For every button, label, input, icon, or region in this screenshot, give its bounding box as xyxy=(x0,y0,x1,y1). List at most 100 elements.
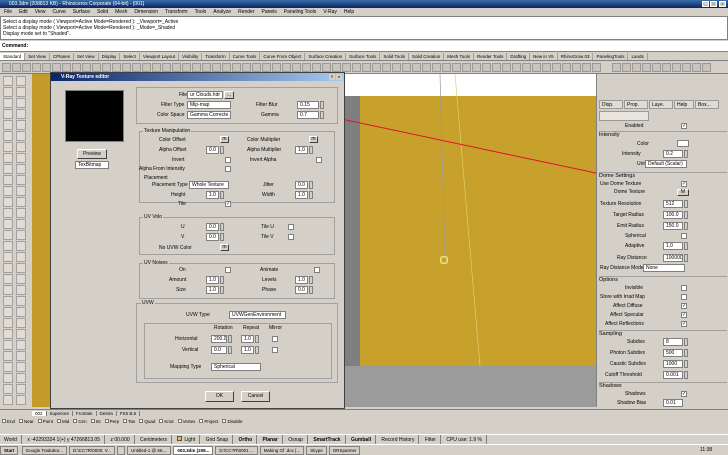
affect-specular-checkbox[interactable]: ✓ xyxy=(681,312,687,318)
color-swatch[interactable] xyxy=(677,140,689,147)
osnap-item[interactable]: Int xyxy=(90,419,101,424)
animate-checkbox[interactable] xyxy=(314,267,320,273)
alpha-multiplier-spinner[interactable] xyxy=(309,146,313,154)
preview-button[interactable]: Preview xyxy=(77,149,107,159)
ortho-toggle[interactable]: Ortho xyxy=(235,435,258,444)
taskbar-item[interactable]: D:\CC?R\0001 ... xyxy=(215,446,258,455)
taskbar-item[interactable]: Skype xyxy=(306,446,327,455)
v-spinner[interactable] xyxy=(220,233,224,241)
cutoff-threshold-spinner[interactable] xyxy=(684,371,688,379)
osnap-item[interactable]: Mid xyxy=(57,419,69,424)
emit-radius-spinner[interactable] xyxy=(684,222,688,230)
taskbar-item[interactable]: 003.3dm (208... xyxy=(173,446,214,455)
tab-layers[interactable]: Laye. xyxy=(649,100,673,109)
start-button[interactable]: Start xyxy=(0,446,19,455)
dome-settings-section[interactable]: Dome Settings xyxy=(599,172,727,179)
amount-field[interactable]: 1.0 xyxy=(206,276,219,284)
alpha-offset-field[interactable]: 0.0 xyxy=(206,146,219,154)
invisible-checkbox[interactable] xyxy=(681,285,687,291)
gamma-spinner[interactable] xyxy=(320,111,324,119)
osnap-checkbox-icon[interactable] xyxy=(2,419,6,423)
units-select[interactable]: Default (Scalar) xyxy=(645,160,687,168)
filter-blur-spinner[interactable] xyxy=(320,101,324,109)
horizontal-mirror-checkbox[interactable] xyxy=(272,336,278,342)
affect-reflections-checkbox[interactable]: ✓ xyxy=(681,321,687,327)
color-space-select[interactable]: Gamma Correcte xyxy=(187,111,231,119)
alpha-multiplier-field[interactable]: 1.0 xyxy=(295,146,308,154)
osnap-checkbox-icon[interactable] xyxy=(73,419,78,423)
size-spinner[interactable] xyxy=(220,286,224,294)
gamma-field[interactable]: 0.7 xyxy=(297,111,319,119)
use-dome-texture-checkbox[interactable]: ✓ xyxy=(681,181,687,187)
osnap-item[interactable]: Tan xyxy=(123,419,135,424)
viewport-tab[interactable]: FS5 B.6 xyxy=(116,411,141,416)
viewport-tab[interactable]: 002 xyxy=(32,411,47,416)
shadow-bias-field[interactable]: 0.01 xyxy=(663,399,683,407)
sampling-section[interactable]: Sampling xyxy=(599,330,727,337)
tile-u-checkbox[interactable] xyxy=(288,224,294,230)
ray-distance-mode-select[interactable]: None xyxy=(643,264,685,272)
alpha-from-intensity-checkbox[interactable] xyxy=(225,166,231,172)
tab-properties[interactable]: Prop. xyxy=(624,100,648,109)
taskbar-item[interactable]: Untitled-1 @ 66,... xyxy=(127,446,172,455)
subdivs-field[interactable]: 8 xyxy=(663,338,683,346)
texture-resolution-spinner[interactable] xyxy=(684,200,688,208)
viewport-tab[interactable]: Superiore xyxy=(46,411,74,416)
phase-spinner[interactable] xyxy=(309,286,313,294)
u-field[interactable]: 0.0 xyxy=(206,223,219,231)
osnap-checkbox-icon[interactable] xyxy=(57,419,62,423)
texture-resolution-field[interactable]: 512 xyxy=(663,200,683,208)
browse-button[interactable]: ... xyxy=(224,91,234,99)
enabled-checkbox[interactable]: ✓ xyxy=(681,123,687,129)
osnap-checkbox-icon[interactable] xyxy=(19,419,24,423)
phase-field[interactable]: 0.0 xyxy=(295,286,308,294)
shadows-checkbox[interactable]: ✓ xyxy=(681,391,687,397)
osnap-checkbox-icon[interactable] xyxy=(159,419,164,423)
options-section[interactable]: Options xyxy=(599,276,727,283)
target-radius-spinner[interactable] xyxy=(684,211,688,219)
shadows-section[interactable]: Shadows xyxy=(599,382,727,389)
taskbar-item[interactable] xyxy=(117,446,126,455)
record-history-toggle[interactable]: Record History xyxy=(377,435,420,444)
jitter-spinner[interactable] xyxy=(309,181,313,189)
affect-diffuse-checkbox[interactable]: ✓ xyxy=(681,303,687,309)
color-multiplier-map-button[interactable]: m xyxy=(309,136,318,143)
intensity-section[interactable]: Intensity xyxy=(599,131,727,138)
grid-snap-toggle[interactable]: Grid Snap xyxy=(202,435,234,444)
gumball-toggle[interactable]: Gumball xyxy=(347,435,376,444)
taskbar-item[interactable]: Making Of .doc [... xyxy=(259,446,305,455)
osnap-item[interactable]: Near xyxy=(19,419,34,424)
world-label[interactable]: World xyxy=(0,435,22,444)
property-icons[interactable] xyxy=(599,111,649,121)
osnap-item[interactable]: Vertex xyxy=(177,419,195,424)
uvw-type-select[interactable]: UVWGenEnvironment xyxy=(229,311,286,319)
height-field[interactable]: 1.0 xyxy=(206,191,219,199)
alpha-offset-spinner[interactable] xyxy=(220,146,224,154)
taskbar-item[interactable]: Google Traduttor... xyxy=(21,446,67,455)
jitter-field[interactable]: 0.0 xyxy=(295,181,308,189)
noise-on-checkbox[interactable] xyxy=(225,267,231,273)
osnap-item[interactable]: Disable xyxy=(222,419,242,424)
no-uvw-color-map-button[interactable]: m xyxy=(220,244,229,251)
dome-texture-map-button[interactable]: M xyxy=(677,189,689,196)
tile-checkbox[interactable]: ✓ xyxy=(225,201,231,207)
texture-type-select[interactable]: TexBitmap xyxy=(75,161,109,169)
levels-spinner[interactable] xyxy=(309,276,313,284)
adaptive-spinner[interactable] xyxy=(684,242,688,250)
help-icon[interactable]: ? xyxy=(329,74,335,80)
target-radius-field[interactable]: 100.0 xyxy=(663,211,683,219)
taskbar-item[interactable]: D:\CC?R\0000. V... xyxy=(68,446,116,455)
photon-subdivs-field[interactable]: 500 xyxy=(663,349,683,357)
filter-type-select[interactable]: Mip-map xyxy=(187,101,231,109)
color-offset-map-button[interactable]: m xyxy=(220,136,229,143)
tile-v-checkbox[interactable] xyxy=(288,234,294,240)
smarttrack-toggle[interactable]: SmartTrack xyxy=(309,435,346,444)
horizontal-rotation-spinner[interactable] xyxy=(228,335,232,343)
osnap-checkbox-icon[interactable] xyxy=(139,419,144,423)
ray-distance-field[interactable]: 100000 xyxy=(663,254,683,262)
planar-toggle[interactable]: Planar xyxy=(259,435,283,444)
cutoff-threshold-field[interactable]: 0.001 xyxy=(663,371,683,379)
horizontal-repeat-field[interactable]: 1.0 xyxy=(241,335,254,343)
caustic-subdivs-spinner[interactable] xyxy=(684,360,688,368)
filter-blur-field[interactable]: 0.15 xyxy=(297,101,319,109)
